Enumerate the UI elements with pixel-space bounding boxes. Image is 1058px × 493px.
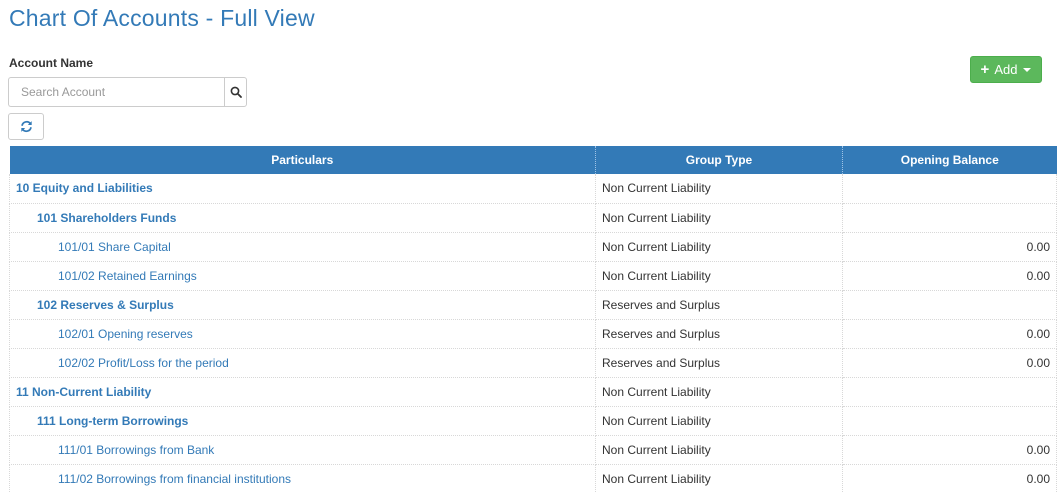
refresh-button[interactable] (8, 113, 44, 140)
page-title: Chart Of Accounts - Full View (9, 5, 315, 31)
account-link[interactable]: 111/02 Borrowings from financial institu… (16, 472, 291, 486)
account-link[interactable]: 101/02 Retained Earnings (16, 269, 197, 283)
account-name-label: Account Name (9, 56, 94, 70)
particulars-cell: 111/02 Borrowings from financial institu… (9, 464, 596, 493)
plus-icon: + (980, 61, 990, 78)
table-row[interactable]: 111/01 Borrowings from Bank Non Current L… (9, 435, 1057, 465)
particulars-cell: 101/02 Retained Earnings (9, 261, 596, 291)
particulars-cell: 111 Long-term Borrowings (9, 406, 596, 436)
table-body: 10 Equity and Liabilities Non Current Lia… (9, 174, 1057, 493)
opening-balance-cell (842, 406, 1057, 436)
particulars-cell: 10 Equity and Liabilities (9, 174, 596, 204)
group-type-cell: Non Current Liability (595, 174, 843, 204)
group-type-cell: Non Current Liability (595, 406, 843, 436)
search-group (8, 77, 247, 107)
opening-balance-cell: 0.00 (842, 319, 1057, 349)
add-button-label: Add (994, 62, 1018, 77)
table-row[interactable]: 111/02 Borrowings from financial institu… (9, 464, 1057, 493)
header-particulars[interactable]: Particulars (9, 146, 596, 174)
particulars-cell: 102/02 Profit/Loss for the period (9, 348, 596, 378)
particulars-cell: 102 Reserves & Surplus (9, 290, 596, 320)
group-type-cell: Non Current Liability (595, 261, 843, 291)
caret-down-icon (1023, 67, 1032, 72)
add-button[interactable]: + Add (970, 56, 1042, 83)
account-link[interactable]: 101/01 Share Capital (16, 240, 171, 254)
group-type-cell: Non Current Liability (595, 464, 843, 493)
opening-balance-cell (842, 174, 1057, 204)
table-row[interactable]: 11 Non-Current Liability Non Current Liab… (9, 377, 1057, 407)
particulars-cell: 11 Non-Current Liability (9, 377, 596, 407)
account-group-link[interactable]: 11 Non-Current Liability (16, 385, 151, 399)
opening-balance-cell (842, 290, 1057, 320)
group-type-cell: Non Current Liability (595, 232, 843, 262)
account-group-link[interactable]: 10 Equity and Liabilities (16, 181, 153, 195)
account-link[interactable]: 111/01 Borrowings from Bank (16, 443, 214, 457)
table-row[interactable]: 111 Long-term Borrowings Non Current Liab… (9, 406, 1057, 436)
opening-balance-cell (842, 377, 1057, 407)
account-group-link[interactable]: 101 Shareholders Funds (16, 211, 176, 225)
opening-balance-cell: 0.00 (842, 348, 1057, 378)
search-icon (230, 86, 242, 98)
group-type-cell: Reserves and Surplus (595, 348, 843, 378)
group-type-cell: Non Current Liability (595, 377, 843, 407)
group-type-cell: Non Current Liability (595, 435, 843, 465)
group-type-cell: Non Current Liability (595, 203, 843, 233)
refresh-icon (20, 120, 32, 133)
table-row[interactable]: 101/02 Retained Earnings Non Current Liab… (9, 261, 1057, 291)
search-account-input[interactable] (8, 77, 224, 107)
header-group-type[interactable]: Group Type (595, 146, 843, 174)
particulars-cell: 111/01 Borrowings from Bank (9, 435, 596, 465)
table-row[interactable]: 102 Reserves & Surplus Reserves and Surpl… (9, 290, 1057, 320)
table-header: Particulars Group Type Opening Balance (9, 146, 1057, 174)
particulars-cell: 102/01 Opening reserves (9, 319, 596, 349)
group-type-cell: Reserves and Surplus (595, 290, 843, 320)
chart-of-accounts-page: Chart Of Accounts - Full View Account Na… (0, 0, 1058, 493)
accounts-table: Particulars Group Type Opening Balance 1… (9, 146, 1057, 493)
table-row[interactable]: 10 Equity and Liabilities Non Current Lia… (9, 174, 1057, 204)
particulars-cell: 101/01 Share Capital (9, 232, 596, 262)
opening-balance-cell: 0.00 (842, 464, 1057, 493)
header-opening-balance[interactable]: Opening Balance (842, 146, 1057, 174)
group-type-cell: Reserves and Surplus (595, 319, 843, 349)
account-link[interactable]: 102/02 Profit/Loss for the period (16, 356, 229, 370)
opening-balance-cell: 0.00 (842, 261, 1057, 291)
table-row[interactable]: 102/02 Profit/Loss for the period Reserve… (9, 348, 1057, 378)
table-row[interactable]: 102/01 Opening reserves Reserves and Surp… (9, 319, 1057, 349)
account-group-link[interactable]: 111 Long-term Borrowings (16, 414, 188, 428)
opening-balance-cell: 0.00 (842, 435, 1057, 465)
opening-balance-cell: 0.00 (842, 232, 1057, 262)
account-link[interactable]: 102/01 Opening reserves (16, 327, 193, 341)
search-button[interactable] (224, 77, 247, 107)
account-group-link[interactable]: 102 Reserves & Surplus (16, 298, 174, 312)
particulars-cell: 101 Shareholders Funds (9, 203, 596, 233)
table-row[interactable]: 101 Shareholders Funds Non Current Liabil… (9, 203, 1057, 233)
table-row[interactable]: 101/01 Share Capital Non Current Liabilit… (9, 232, 1057, 262)
opening-balance-cell (842, 203, 1057, 233)
